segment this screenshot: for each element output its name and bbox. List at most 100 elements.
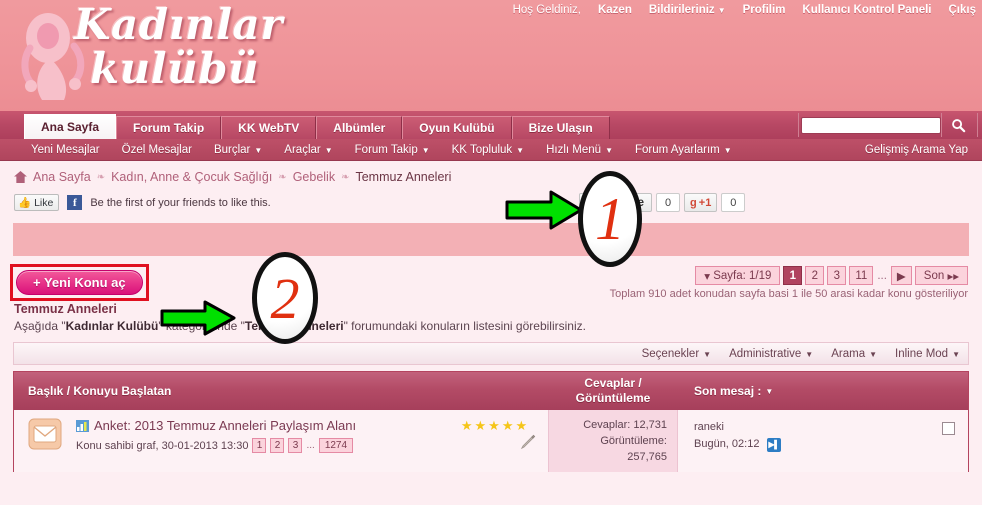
chevron-down-icon: ▼ (324, 145, 333, 155)
last-post-user[interactable]: raneki (694, 419, 928, 436)
tab-ana-sayfa[interactable]: Ana Sayfa (24, 114, 117, 139)
subnav-araclar[interactable]: Araçlar ▼ (273, 144, 343, 156)
tab-albumler[interactable]: Albümler (316, 116, 403, 139)
tab-oyun-kulubu[interactable]: Oyun Kulübü (402, 116, 512, 139)
thread-page-last[interactable]: 1274 (318, 438, 354, 453)
breadcrumb-item-ana-sayfa[interactable]: Ana Sayfa (33, 170, 91, 184)
page-11-button[interactable]: 11 (849, 266, 874, 285)
chevron-down-icon: ▼ (703, 349, 712, 359)
action-row: + Yeni Konu aç ▾ Sayfa: 1/19 1 2 3 11 ..… (0, 264, 982, 301)
poll-icon (76, 419, 89, 432)
goto-last-post-icon[interactable]: ▶▌ (766, 437, 782, 452)
thread-title-row: Anket: 2013 Temmuz Anneleri Paylaşım Ala… (76, 418, 436, 433)
page-3-button[interactable]: 3 (827, 266, 847, 285)
options-arama[interactable]: Arama ▼ (831, 348, 877, 360)
advanced-search-link[interactable]: Gelişmiş Arama Yap (865, 144, 968, 156)
options-secenekler[interactable]: Seçenekler ▼ (642, 348, 711, 360)
subnav-burclar[interactable]: Burçlar ▼ (203, 144, 273, 156)
logout-link[interactable]: Çıkış (949, 4, 977, 16)
thread-last-post-cell: raneki Bugün, 02:12 ▶▌ (678, 410, 928, 472)
google-plus-one-button[interactable]: g +1 (684, 193, 718, 212)
thread-table: Başlık / Konuyu Başlatan Cevaplar / Görü… (13, 371, 969, 472)
logo-line-1: Kadınlar (74, 0, 283, 49)
last-post-time: Bugün, 02:12 (694, 437, 760, 450)
site-logo[interactable]: Kadınlar kulübü (12, 2, 432, 108)
subnav-ozel-mesajlar[interactable]: Özel Mesajlar (111, 144, 203, 156)
rating-stars[interactable]: ★ ★ ★ ★ ★ (461, 419, 527, 432)
column-header-title[interactable]: Başlık / Konuyu Başlatan (14, 372, 548, 410)
chevron-down-icon: ▼ (869, 349, 878, 359)
facebook-like-button[interactable]: 👍 Like (14, 194, 60, 211)
profile-link[interactable]: Profilim (743, 4, 786, 16)
forum-desc-post: " forumundaki konuların listesini görebi… (343, 319, 586, 333)
new-topic-highlight: + Yeni Konu aç (10, 264, 149, 301)
tweet-count[interactable]: 0 (656, 193, 681, 212)
column-header-last-post[interactable]: Son mesaj : ▼ (678, 372, 968, 410)
page-root: Hoş Geldiniz, Kazen Bildirileriniz ▼ Prof… (0, 0, 982, 505)
google-plus-count[interactable]: 0 (721, 193, 746, 212)
thread-meta-row: Konu sahibi graf, 30-01-2013 13:30 1 2 3… (76, 438, 436, 453)
secondary-nav: Yeni Mesajlar Özel Mesajlar Burçlar ▼ Ara… (0, 139, 982, 161)
thread-title-link[interactable]: Anket: 2013 Temmuz Anneleri Paylaşım Ala… (94, 418, 356, 433)
pagination-ellipsis: ... (877, 269, 887, 282)
thread-views-label: Görüntüleme: (600, 434, 667, 447)
thread-select-cell (928, 410, 968, 472)
welcome-text: Hoş Geldiniz, (512, 4, 581, 16)
user-control-panel-link[interactable]: Kullanıcı Kontrol Paneli (802, 4, 931, 16)
column-header-counts[interactable]: Cevaplar / Görüntüleme (548, 372, 678, 410)
thread-checkbox[interactable] (941, 422, 955, 435)
forum-desc-category: Kadınlar Kulübü (65, 319, 159, 333)
breadcrumb-item-gebelik[interactable]: Gebelik (293, 170, 335, 184)
edit-pencil-icon[interactable] (520, 434, 536, 450)
subnav-yeni-mesajlar[interactable]: Yeni Mesajlar (20, 144, 111, 156)
search-button[interactable] (941, 113, 975, 137)
chevron-down-icon: ▼ (254, 145, 263, 155)
pagination-summary: Toplam 910 adet konudan sayfa basi 1 ile… (609, 288, 968, 300)
new-topic-button[interactable]: + Yeni Konu aç (16, 270, 143, 295)
tab-kk-webtv[interactable]: KK WebTV (221, 116, 317, 139)
chevron-down-icon: ▼ (805, 349, 814, 359)
forum-desc-forum: Temmuz Anneleri (244, 319, 344, 333)
options-administrative[interactable]: Administrative ▼ (729, 348, 813, 360)
page-selector[interactable]: ▾ Sayfa: 1/19 (695, 266, 781, 285)
breadcrumb-item-kadin-anne-cocuk-sagligi[interactable]: Kadın, Anne & Çocuk Sağlığı (111, 170, 272, 184)
options-inline-mod[interactable]: Inline Mod ▼ (895, 348, 960, 360)
search-input[interactable] (801, 116, 941, 134)
chevron-down-icon: ▼ (952, 349, 960, 359)
thread-page-1[interactable]: 1 (252, 438, 267, 453)
username-link[interactable]: Kazen (598, 4, 632, 16)
forum-desc-pre: Aşağıda " (14, 319, 66, 333)
chevron-down-icon: ▾ (704, 270, 710, 283)
thread-page-3[interactable]: 3 (288, 438, 303, 453)
tab-forum-takip[interactable]: Forum Takip (116, 116, 222, 139)
pagination: ▾ Sayfa: 1/19 1 2 3 11 ... ▶ Son ▸▸ (695, 266, 968, 285)
thread-table-header: Başlık / Konuyu Başlatan Cevaplar / Görü… (14, 372, 968, 410)
subnav-hizli-menu[interactable]: Hızlı Menü ▼ (535, 144, 624, 156)
chevron-down-icon: ▼ (723, 145, 732, 155)
share-buttons: Tweetle 0 g +1 0 (578, 193, 746, 212)
subnav-kk-topluluk[interactable]: KK Topluluk ▼ (441, 144, 535, 156)
tab-bize-ulasin[interactable]: Bize Ulaşın (511, 116, 610, 139)
main-tabs: Ana Sayfa Forum Takip KK WebTV Albümler … (0, 111, 610, 139)
forum-title: Temmuz Anneleri (14, 302, 117, 316)
subnav-forum-takip[interactable]: Forum Takip ▼ (344, 144, 441, 156)
header-search (798, 113, 978, 137)
thread-rating-cell: ★ ★ ★ ★ ★ (440, 410, 548, 472)
next-page-button[interactable]: ▶ (890, 266, 912, 285)
page-1-button[interactable]: 1 (783, 266, 803, 285)
forum-desc-mid: " kategorisinde " (158, 319, 245, 333)
last-page-button[interactable]: Son ▸▸ (914, 266, 968, 285)
subnav-forum-ayarlarim[interactable]: Forum Ayarlarım ▼ (624, 144, 743, 156)
thread-replies: Cevaplar: 12,731 (583, 419, 667, 431)
page-2-button[interactable]: 2 (805, 266, 825, 285)
google-g-icon: g (690, 196, 697, 209)
thread-page-2[interactable]: 2 (270, 438, 285, 453)
page-content: Ana Sayfa ❧ Kadın, Anne & Çocuk Sağlığı … (0, 161, 982, 472)
star-icon: ★ (515, 418, 528, 433)
tweet-button[interactable]: Tweetle (578, 193, 653, 212)
forum-description: Aşağıda "Kadınlar Kulübü" kategorisinde … (14, 319, 982, 333)
facebook-friends-text: Be the first of your friends to like thi… (90, 196, 271, 209)
notifications-menu[interactable]: Bildirileriniz ▼ (649, 4, 726, 16)
table-row[interactable]: Anket: 2013 Temmuz Anneleri Paylaşım Ala… (14, 410, 968, 472)
search-icon (952, 118, 966, 132)
